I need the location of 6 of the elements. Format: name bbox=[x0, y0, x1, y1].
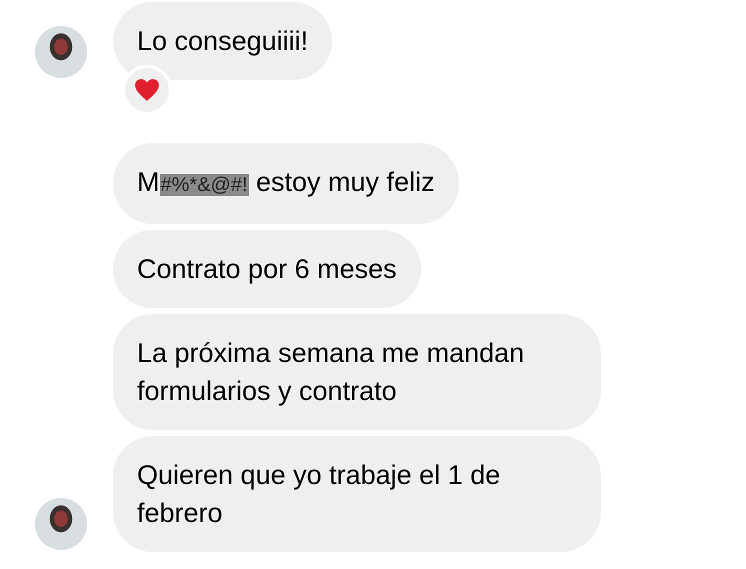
message-bubble: Contrato por 6 meses bbox=[113, 230, 421, 308]
message-bubble: Quieren que yo trabaje el 1 de febrero bbox=[113, 436, 601, 552]
message-bubble: La próxima semana me mandan formularios y contrato bbox=[113, 314, 601, 430]
message-bubble: M#%*&@#! estoy muy feliz bbox=[113, 143, 459, 224]
message-bubble: Lo conseguiiii! bbox=[113, 2, 332, 80]
heart-icon bbox=[134, 78, 160, 102]
